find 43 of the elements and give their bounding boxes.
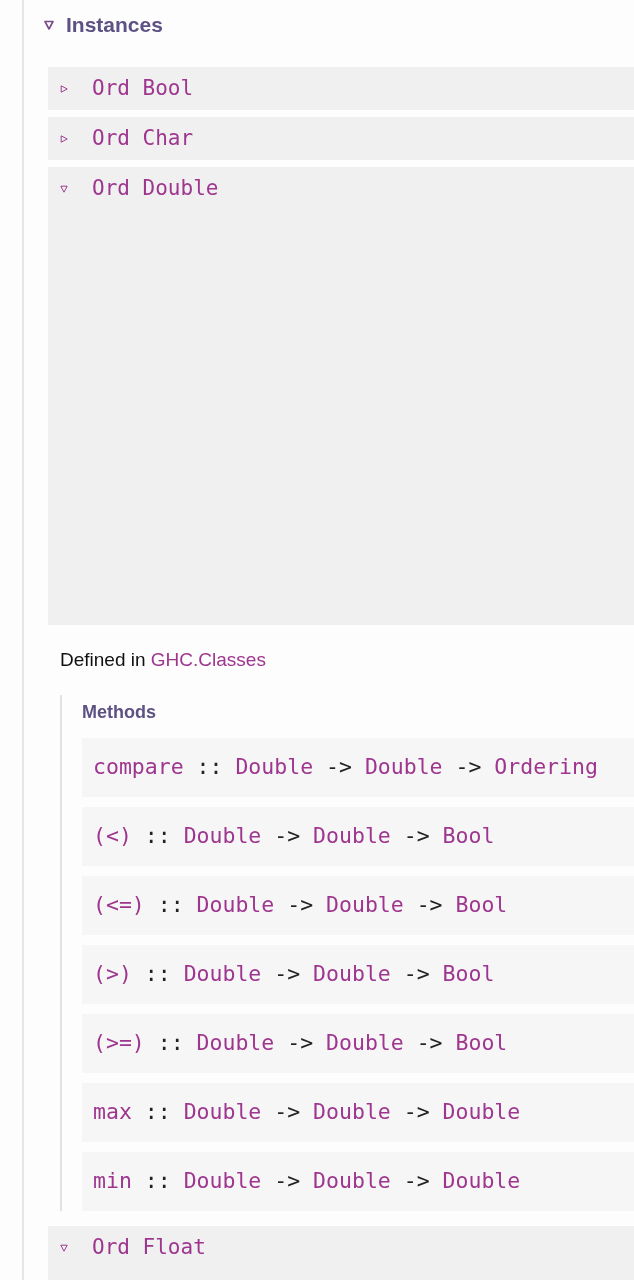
type-link[interactable]: Double [442, 1099, 521, 1125]
type-link[interactable]: Double [442, 1168, 521, 1194]
method-link[interactable]: (>=) [93, 1030, 145, 1056]
type-link[interactable]: Ordering [494, 754, 598, 780]
module-link[interactable]: GHC.Classes [150, 649, 266, 670]
type-link[interactable]: Double [313, 1099, 391, 1125]
type-link[interactable]: Double [183, 961, 262, 987]
type-link[interactable]: Bool [442, 823, 495, 849]
method-link[interactable]: min [93, 1168, 132, 1194]
type-link[interactable]: Double [326, 1030, 404, 1056]
type-link[interactable]: Double [183, 1168, 262, 1194]
type-link[interactable]: Bool [455, 1030, 508, 1056]
method-signature: (>) :: Double -> Double -> Bool [82, 945, 634, 1004]
instance-summary[interactable]: Ord Bool [48, 67, 634, 110]
method-signature: compare :: Double -> Double -> Ordering [82, 738, 634, 797]
method-link[interactable]: compare [93, 754, 184, 780]
type-link[interactable]: Double [183, 1099, 262, 1125]
method-link[interactable]: (>) [93, 961, 132, 987]
section-toggle[interactable]: Instances [44, 0, 163, 50]
type-link[interactable]: Double [313, 961, 391, 987]
type-link[interactable]: Bool [442, 961, 495, 987]
defined-in-text: Defined in GHC.Classes [60, 648, 267, 672]
instance-summary[interactable]: Ord Double [48, 167, 634, 210]
instance-summary[interactable]: Ord Float [48, 1226, 634, 1269]
method-signature: min :: Double -> Double -> Double [82, 1152, 634, 1211]
type-link[interactable]: Bool [455, 892, 508, 918]
method-link[interactable]: (<=) [93, 892, 145, 918]
type-link[interactable]: Double [235, 754, 314, 780]
type-link[interactable]: Double [313, 823, 391, 849]
type-link[interactable]: Double [326, 892, 404, 918]
type-link[interactable]: Double [196, 1030, 275, 1056]
method-link[interactable]: max [93, 1099, 132, 1125]
type-link[interactable]: Double [196, 892, 275, 918]
method-signature: (<=) :: Double -> Double -> Bool [82, 876, 634, 935]
method-signature: max :: Double -> Double -> Double [82, 1083, 634, 1142]
method-signature: (>=) :: Double -> Double -> Bool [82, 1014, 634, 1073]
type-link[interactable]: Double [313, 1168, 391, 1194]
method-link[interactable]: (<) [93, 823, 132, 849]
methods-heading: Methods [82, 701, 156, 723]
type-link[interactable]: Double [364, 754, 443, 780]
instance-summary[interactable]: Ord Char [48, 117, 634, 160]
method-signature: (<) :: Double -> Double -> Bool [82, 807, 634, 866]
type-link[interactable]: Double [183, 823, 262, 849]
